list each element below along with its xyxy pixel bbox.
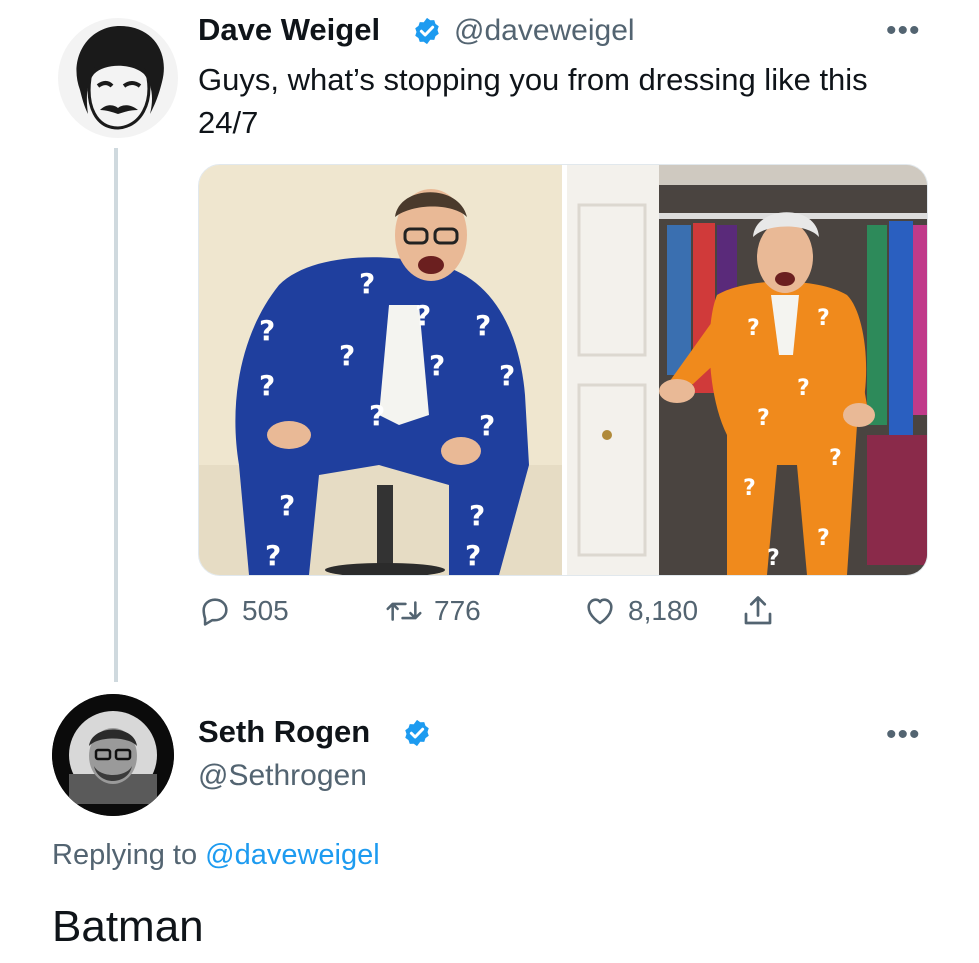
author-handle[interactable]: @daveweigel [454, 13, 635, 49]
svg-text:?: ? [369, 399, 385, 432]
more-options-icon[interactable]: ••• [886, 16, 921, 46]
svg-text:?: ? [259, 369, 275, 402]
reply-count: 505 [242, 595, 289, 626]
svg-text:?: ? [767, 546, 780, 571]
like-action[interactable]: 8,180 [582, 594, 698, 628]
reply-action[interactable]: 505 [198, 594, 289, 628]
retweet-action[interactable]: 776 [384, 594, 481, 628]
replying-to-line: Replying to @daveweigel [52, 836, 380, 874]
reply-author-handle[interactable]: @Sethrogen [198, 758, 367, 794]
author-name[interactable]: Dave Weigel [198, 12, 380, 48]
retweet-icon [386, 601, 422, 621]
svg-text:?: ? [817, 306, 830, 331]
svg-text:?: ? [469, 499, 485, 532]
svg-text:?: ? [797, 376, 810, 401]
media-photo-blue-suit[interactable]: ??? ??? ??? ??? ?? [199, 165, 562, 575]
verified-badge-icon [415, 17, 439, 45]
svg-text:?: ? [415, 299, 431, 332]
svg-text:?: ? [359, 267, 375, 300]
verified-badge-icon [405, 719, 429, 747]
svg-text:?: ? [259, 314, 275, 347]
svg-text:?: ? [829, 446, 842, 471]
like-count: 8,180 [628, 595, 699, 626]
tweet-media-grid[interactable]: ??? ??? ??? ??? ?? ? ? ? ? ? ? ? ? [198, 164, 928, 576]
retweet-count: 776 [434, 595, 481, 626]
avatar-dave-weigel[interactable] [58, 18, 178, 138]
photo-orange-suit-image: ??? ??? ?? [567, 165, 927, 575]
svg-text:?: ? [429, 349, 445, 382]
thread-connector-line [114, 148, 118, 682]
media-photo-orange-suit[interactable]: ??? ??? ?? [567, 165, 927, 575]
svg-text:?: ? [279, 489, 295, 522]
replying-to-handle-link[interactable]: @daveweigel [205, 839, 380, 871]
reply-more-options-icon[interactable]: ••• [886, 720, 921, 750]
avatar-photo [52, 694, 174, 816]
reply-text: Batman [52, 902, 204, 951]
svg-text:?: ? [339, 339, 355, 372]
share-action[interactable] [740, 592, 776, 630]
heart-icon [587, 598, 613, 625]
svg-text:?: ? [757, 406, 770, 431]
share-upload-icon [744, 596, 772, 625]
avatar-seth-rogen[interactable] [52, 694, 174, 816]
svg-text:?: ? [475, 309, 491, 342]
reply-author-name[interactable]: Seth Rogen [198, 714, 370, 750]
photo-blue-suit-image: ??? ??? ??? ??? ?? [199, 165, 562, 575]
tweet-text: Guys, what’s stopping you from dressing … [198, 62, 868, 140]
svg-text:?: ? [817, 526, 830, 551]
svg-text:?: ? [499, 359, 515, 392]
svg-text:?: ? [479, 409, 495, 442]
reply-bubble-icon [202, 598, 228, 626]
replying-prefix: Replying to [52, 839, 198, 871]
avatar-illustration [76, 26, 164, 130]
svg-text:?: ? [747, 316, 760, 341]
svg-text:?: ? [743, 476, 756, 501]
svg-text:?: ? [465, 539, 481, 572]
svg-text:?: ? [265, 539, 281, 572]
